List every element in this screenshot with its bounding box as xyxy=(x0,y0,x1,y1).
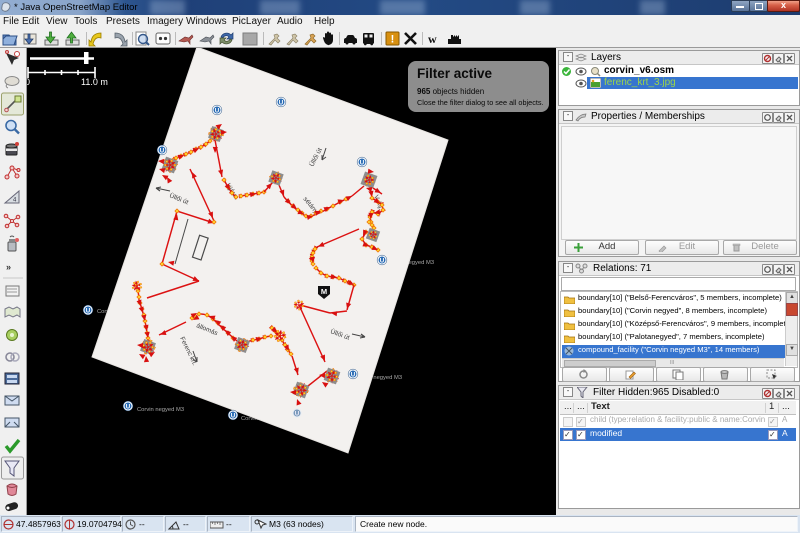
svg-text:U: U xyxy=(351,371,356,378)
svg-text:U: U xyxy=(126,403,131,410)
svg-text:U: U xyxy=(279,99,284,106)
svg-text:!: ! xyxy=(391,34,395,46)
svg-text:U: U xyxy=(295,410,300,417)
svg-text:U: U xyxy=(380,257,385,264)
svg-text:w: w xyxy=(428,32,437,46)
svg-text:U: U xyxy=(160,147,165,154)
svg-text:U: U xyxy=(86,307,91,314)
svg-text:M: M xyxy=(321,287,327,296)
svg-text:11.0 m: 11.0 m xyxy=(81,77,108,87)
svg-text:»: » xyxy=(6,262,11,272)
svg-text:U: U xyxy=(360,159,365,166)
svg-text:U: U xyxy=(231,412,236,419)
svg-text:0: 0 xyxy=(27,77,30,87)
svg-text:Corvin negyed M3: Corvin negyed M3 xyxy=(137,407,184,413)
svg-text:U: U xyxy=(215,107,220,114)
